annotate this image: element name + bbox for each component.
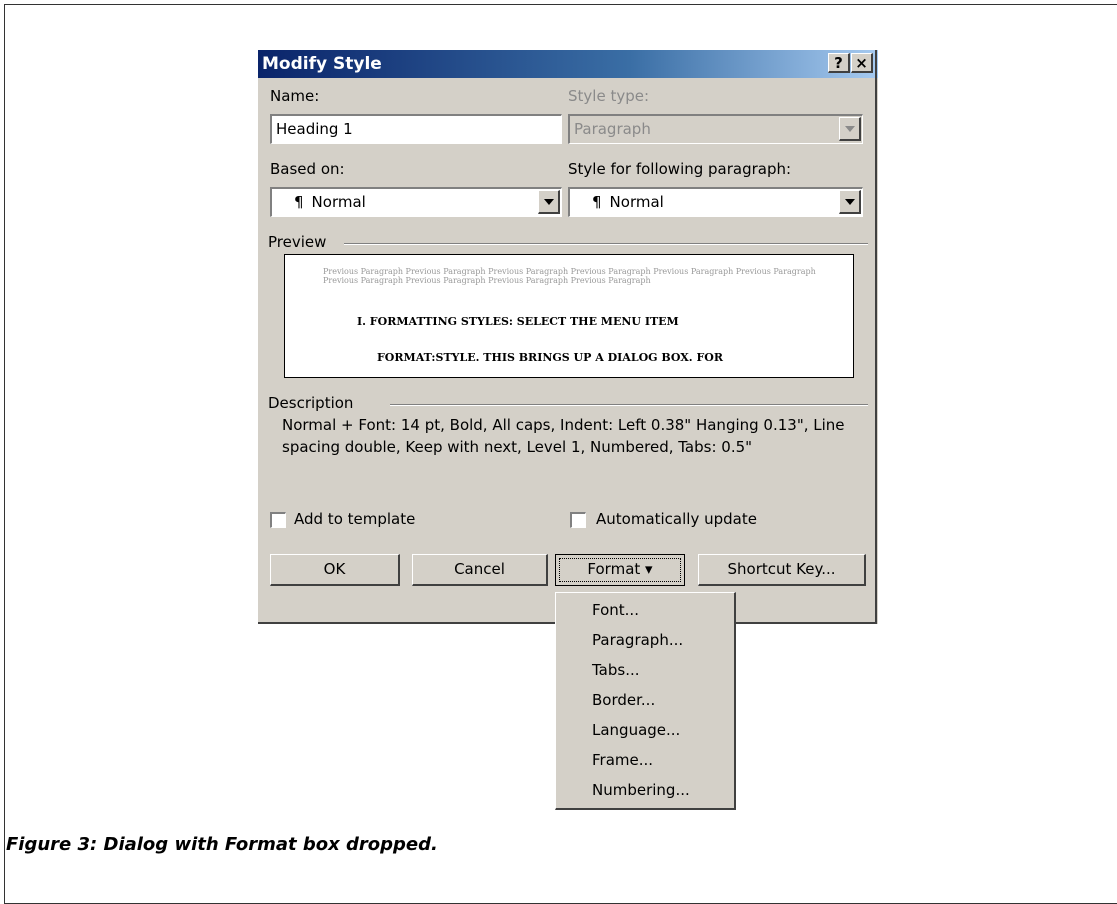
style-type-label: Style type: — [568, 87, 650, 105]
description-label: Description — [268, 394, 354, 412]
shortcut-key-button[interactable]: Shortcut Key... — [698, 554, 866, 586]
preview-heading-line2: FORMAT:STYLE. THIS BRINGS UP A DIALOG BO… — [377, 351, 723, 364]
style-type-select: Paragraph — [568, 114, 863, 144]
menu-item-language[interactable]: Language... — [592, 721, 680, 739]
pilcrow-icon: ¶ — [294, 193, 304, 211]
modify-style-dialog: Modify Style ? × Name: Heading 1 Style t… — [258, 50, 878, 624]
style-type-value: Paragraph — [574, 120, 651, 138]
preview-previous-paragraph: Previous Paragraph Previous Paragraph Pr… — [323, 267, 816, 285]
format-button-label: Format — [587, 560, 641, 578]
based-on-dropdown-arrow-icon[interactable] — [538, 190, 560, 214]
format-menu: Font... Paragraph... Tabs... Border... L… — [555, 592, 736, 810]
based-on-select[interactable]: ¶ Normal — [270, 187, 562, 217]
menu-item-font[interactable]: Font... — [592, 601, 639, 619]
following-style-dropdown-arrow-icon[interactable] — [839, 190, 861, 214]
ok-button[interactable]: OK — [270, 554, 400, 586]
following-style-value: Normal — [609, 193, 664, 211]
preview-divider — [344, 243, 868, 245]
close-button[interactable]: × — [851, 53, 873, 73]
preview-pane: Previous Paragraph Previous Paragraph Pr… — [284, 254, 854, 378]
dialog-title: Modify Style — [262, 54, 382, 74]
following-style-label: Style for following paragraph: — [568, 160, 792, 178]
menu-item-paragraph[interactable]: Paragraph... — [592, 631, 683, 649]
preview-heading-line1: I. FORMATTING STYLES: SELECT THE MENU IT… — [357, 315, 679, 328]
based-on-label: Based on: — [270, 160, 345, 178]
name-label: Name: — [270, 87, 320, 105]
preview-label: Preview — [268, 233, 327, 251]
figure-caption: Figure 3: Dialog with Format box dropped… — [6, 834, 438, 855]
name-input[interactable]: Heading 1 — [270, 114, 562, 144]
style-type-dropdown-arrow-icon — [839, 117, 861, 141]
pilcrow-icon: ¶ — [592, 193, 602, 211]
cancel-button[interactable]: Cancel — [412, 554, 548, 586]
title-bar: Modify Style ? × — [258, 50, 878, 78]
automatically-update-checkbox[interactable] — [570, 512, 586, 528]
description-divider — [390, 404, 868, 406]
automatically-update-label[interactable]: Automatically update — [596, 510, 757, 528]
format-button[interactable]: Format ▾ — [555, 554, 685, 586]
menu-item-tabs[interactable]: Tabs... — [592, 661, 640, 679]
following-style-select[interactable]: ¶ Normal — [568, 187, 863, 217]
menu-item-frame[interactable]: Frame... — [592, 751, 653, 769]
add-to-template-label[interactable]: Add to template — [294, 510, 415, 528]
add-to-template-checkbox[interactable] — [270, 512, 286, 528]
format-dropdown-arrow-icon: ▾ — [645, 560, 653, 578]
description-text: Normal + Font: 14 pt, Bold, All caps, In… — [282, 416, 845, 456]
based-on-value: Normal — [311, 193, 366, 211]
help-button[interactable]: ? — [828, 53, 850, 73]
menu-item-numbering[interactable]: Numbering... — [592, 781, 690, 799]
menu-item-border[interactable]: Border... — [592, 691, 655, 709]
